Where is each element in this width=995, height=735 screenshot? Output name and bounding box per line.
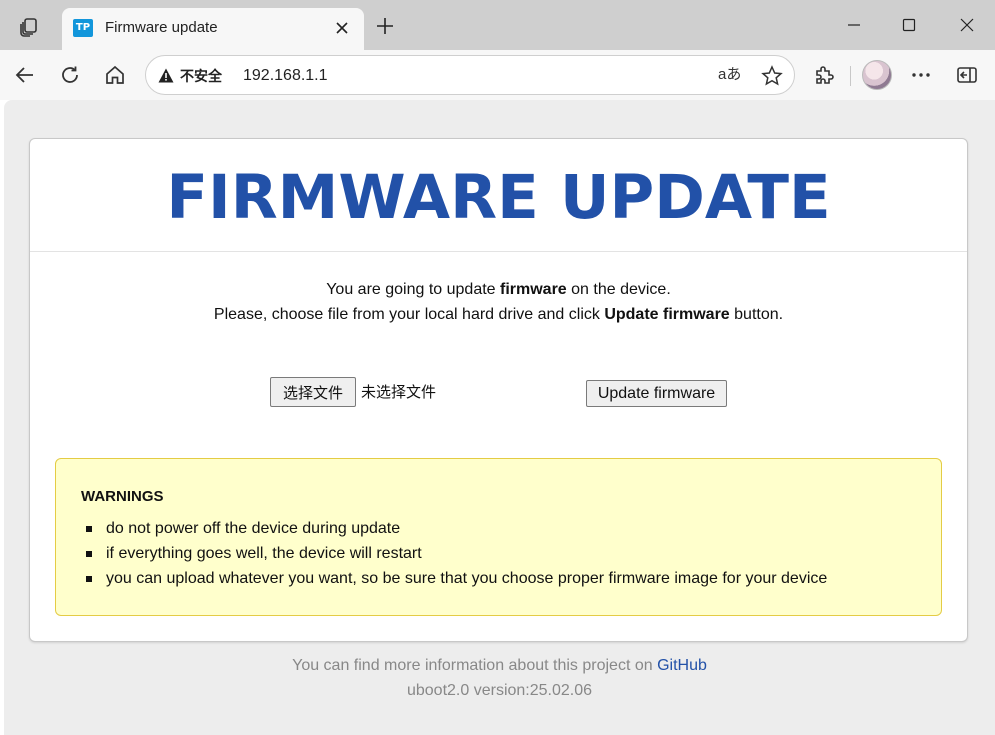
firmware-update-card: FIRMWARE UPDATE You are going to update … — [29, 138, 968, 642]
warnings-list: do not power off the device during updat… — [86, 516, 827, 591]
profile-avatar[interactable] — [862, 60, 892, 90]
tab-title: Firmware update — [105, 19, 218, 36]
page-viewport: FIRMWARE UPDATE You are going to update … — [4, 100, 995, 735]
reload-icon[interactable] — [55, 60, 85, 90]
browser-toolbar: 不安全 192.168.1.1 aあ — [0, 50, 995, 100]
footer-version: uboot2.0 version:25.02.06 — [406, 682, 593, 699]
intro-line-1-text: You are going to update — [326, 281, 500, 298]
warning-triangle-icon — [158, 68, 174, 88]
warning-item: if everything goes well, the device will… — [86, 541, 827, 566]
tp-link-favicon-icon: TP — [73, 19, 93, 37]
security-label[interactable]: 不安全 — [180, 67, 222, 85]
footer-info: You can find more information about this… — [4, 656, 995, 676]
toolbar-divider — [850, 66, 851, 86]
read-aloud-icon[interactable]: aあ — [718, 65, 741, 85]
intro-line-2-emphasis: Update firmware — [604, 306, 730, 323]
footer-info-text: You can find more information about this… — [292, 657, 658, 674]
file-status-text: 未选择文件 — [361, 383, 437, 401]
tab-actions-icon[interactable] — [14, 12, 44, 42]
warning-item: you can upload whatever you want, so be … — [86, 566, 827, 591]
tab-bar: TP Firmware update — [0, 0, 995, 50]
intro-line-1-tail: on the device. — [566, 281, 671, 298]
bullet-icon — [86, 576, 92, 582]
choose-file-button[interactable]: 选择文件 — [270, 377, 356, 407]
warnings-title: WARNINGS — [81, 488, 164, 505]
title-divider — [30, 251, 967, 252]
bullet-icon — [86, 526, 92, 532]
warning-item: do not power off the device during updat… — [86, 516, 827, 541]
warning-item-text: you can upload whatever you want, so be … — [106, 570, 828, 587]
warning-item-text: do not power off the device during updat… — [106, 520, 401, 537]
intro-line-2-tail: button. — [729, 306, 784, 323]
sidebar-toggle-icon[interactable] — [952, 60, 982, 90]
extensions-puzzle-icon[interactable] — [809, 60, 839, 90]
intro-line-1-emphasis: firmware — [500, 281, 567, 298]
minimize-icon[interactable] — [836, 10, 872, 40]
update-firmware-button[interactable]: Update firmware — [586, 380, 727, 407]
home-icon[interactable] — [100, 60, 130, 90]
more-options-icon[interactable] — [906, 60, 936, 90]
window-close-icon[interactable] — [949, 10, 985, 40]
url-text[interactable]: 192.168.1.1 — [243, 66, 328, 85]
github-link[interactable]: GitHub — [657, 657, 707, 674]
intro-line-2: Please, choose file from your local hard… — [30, 305, 967, 325]
star-icon[interactable] — [760, 64, 784, 88]
address-bar[interactable]: 不安全 192.168.1.1 aあ — [145, 55, 795, 95]
close-icon[interactable] — [330, 16, 354, 40]
warnings-box: WARNINGS do not power off the device dur… — [55, 458, 942, 616]
plus-icon[interactable] — [372, 13, 398, 39]
back-arrow-icon[interactable] — [10, 60, 40, 90]
intro-line-1: You are going to update firmware on the … — [30, 280, 967, 300]
bullet-icon — [86, 551, 92, 557]
active-tab[interactable]: TP Firmware update — [62, 8, 364, 50]
maximize-icon[interactable] — [891, 10, 927, 40]
warning-item-text: if everything goes well, the device will… — [106, 545, 422, 562]
intro-line-2-text: Please, choose file from your local hard… — [213, 306, 605, 323]
page-title: FIRMWARE UPDATE — [166, 162, 831, 233]
